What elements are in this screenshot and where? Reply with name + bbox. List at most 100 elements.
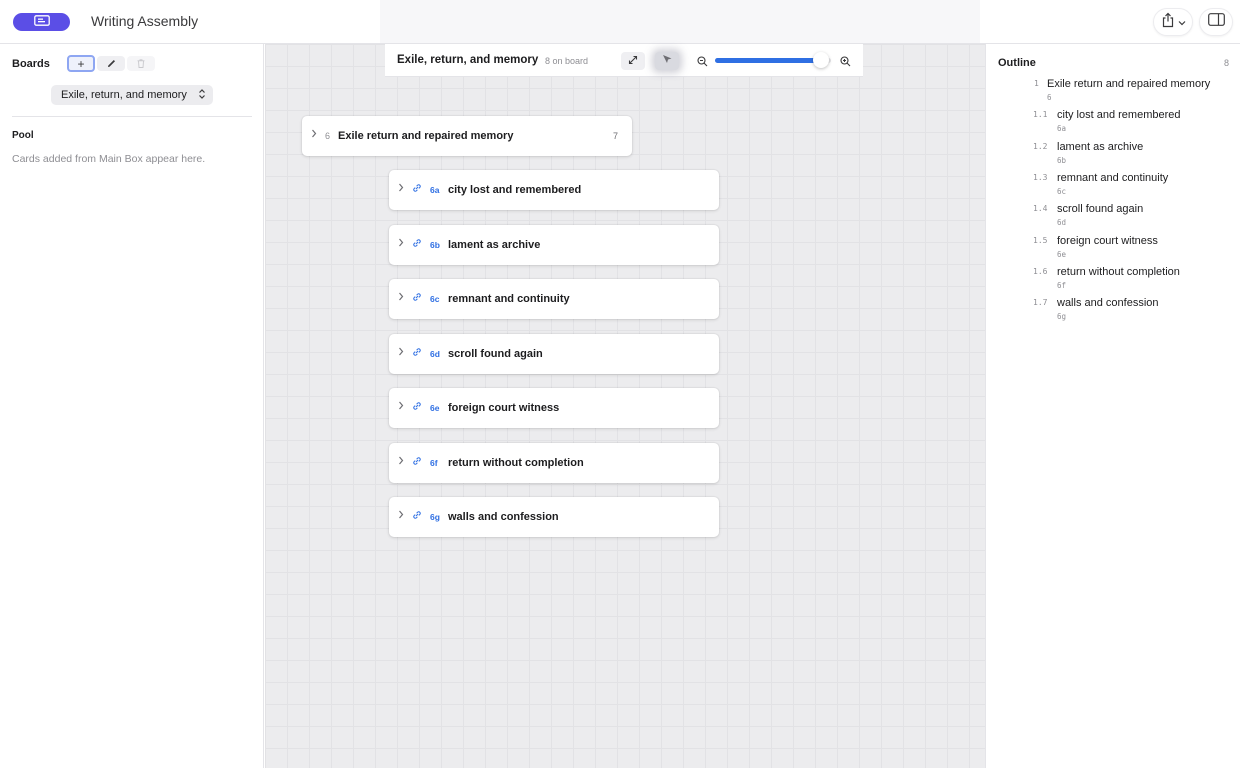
- outline-item[interactable]: 1.5 foreign court witness 6e: [986, 235, 1240, 265]
- card-title: scroll found again: [448, 347, 543, 360]
- outline-number: 1.1: [1033, 110, 1048, 120]
- trash-icon: [137, 58, 145, 70]
- edit-board-button[interactable]: [97, 56, 125, 71]
- outline-number: 1.4: [1033, 204, 1048, 214]
- outline-title: lament as archive: [1057, 140, 1144, 153]
- outline-code: 6f: [1057, 280, 1067, 290]
- chevron-right-icon[interactable]: [398, 292, 404, 304]
- canvas-toolbar: Exile, return, and memory 8 on board: [385, 44, 863, 77]
- child-card[interactable]: 6a city lost and remembered: [389, 170, 719, 210]
- card-title: city lost and remembered: [448, 184, 582, 196]
- sidebar-divider: [12, 116, 252, 117]
- outline-count: 8: [1223, 58, 1229, 68]
- child-card[interactable]: 6g walls and confession: [389, 497, 719, 537]
- share-icon: [1161, 12, 1175, 33]
- outline-number: 1.3: [1033, 172, 1048, 182]
- title-bar: Writing Assembly: [0, 0, 1240, 44]
- card-title: lament as archive: [448, 238, 541, 251]
- delete-board-button[interactable]: [127, 56, 155, 71]
- outline-item[interactable]: 1.7 walls and confession 6g: [986, 297, 1240, 327]
- outline-number: 1.6: [1033, 266, 1048, 276]
- select-tool-button[interactable]: [655, 52, 679, 70]
- outline-code: 6g: [1057, 312, 1067, 322]
- outline-title: return without completion: [1057, 265, 1180, 278]
- boards-heading: Boards: [12, 58, 50, 70]
- add-board-button[interactable]: +: [67, 55, 95, 72]
- child-card[interactable]: 6c remnant and continuity: [389, 279, 719, 319]
- link-icon: [412, 401, 422, 414]
- outline-code: 6c: [1057, 186, 1067, 196]
- chevron-right-icon[interactable]: [398, 401, 404, 413]
- link-icon: [412, 347, 422, 360]
- outline-number: 1.7: [1033, 298, 1048, 308]
- link-icon: [412, 183, 422, 196]
- share-button[interactable]: [1153, 8, 1193, 36]
- outline-panel: Outline 8 1 Exile return and repaired mem…: [985, 44, 1240, 768]
- card-code: 6b: [430, 239, 440, 250]
- outline-item[interactable]: 1.6 return without completion 6f: [986, 266, 1240, 296]
- zoom-slider[interactable]: [715, 52, 831, 68]
- outline-number: 1.5: [1033, 235, 1048, 245]
- link-icon: [412, 510, 422, 523]
- outline-item[interactable]: 1.3 remnant and continuity 6c: [986, 172, 1240, 202]
- board-icon: [33, 13, 50, 31]
- chevron-right-icon[interactable]: [398, 238, 404, 250]
- board-select-value: Exile, return, and memory: [61, 89, 187, 101]
- outline-heading: Outline: [998, 57, 1036, 69]
- board-select[interactable]: Exile, return, and memory: [51, 85, 213, 105]
- chevron-right-icon[interactable]: [398, 347, 404, 359]
- chevron-right-icon[interactable]: [311, 129, 317, 141]
- link-icon: [412, 292, 422, 305]
- plus-icon: +: [77, 56, 85, 71]
- outline-code: 6b: [1057, 155, 1067, 165]
- app-menu-button[interactable]: [13, 13, 70, 31]
- sidebar-toggle-button[interactable]: [1199, 8, 1233, 36]
- zoom-in-icon[interactable]: [840, 54, 851, 72]
- card-title: walls and confession: [448, 511, 559, 523]
- boards-sidebar: Boards + Exile, return, and memory Pool …: [0, 44, 264, 768]
- child-card[interactable]: 6b lament as archive: [389, 224, 719, 265]
- card-code: 6f: [430, 457, 438, 468]
- child-card[interactable]: 6f return without completion: [389, 442, 719, 483]
- link-icon: [412, 456, 422, 469]
- outline-title: city lost and remembered: [1057, 109, 1181, 122]
- card-code: 6e: [430, 403, 440, 413]
- outline-code: 6d: [1057, 218, 1067, 228]
- outline-title: scroll found again: [1057, 203, 1144, 216]
- outline-title: Exile return and repaired memory: [1047, 78, 1211, 90]
- pencil-icon: [107, 58, 116, 70]
- zoom-out-icon[interactable]: [697, 54, 708, 72]
- card-code: 6c: [430, 294, 440, 304]
- chevron-down-icon: [1178, 13, 1186, 31]
- child-count: 7: [612, 131, 618, 141]
- outline-item[interactable]: 1.2 lament as archive 6b: [986, 141, 1240, 171]
- pool-heading: Pool: [12, 130, 34, 141]
- link-icon: [412, 238, 422, 251]
- card-code: 6g: [430, 512, 440, 522]
- card-title: foreign court witness: [448, 402, 560, 414]
- zoom-slider-knob[interactable]: [813, 52, 830, 68]
- board-title: Exile, return, and memory: [397, 54, 539, 66]
- outline-number: 1: [1034, 79, 1039, 88]
- sidebar-toggle-icon: [1207, 13, 1225, 31]
- card-title: return without completion: [448, 456, 584, 469]
- card-code: 6d: [430, 348, 440, 359]
- outline-item[interactable]: 1 Exile return and repaired memory 6: [986, 78, 1240, 108]
- card-title: Exile return and repaired memory: [338, 130, 514, 142]
- pool-empty-message: Cards added from Main Box appear here.: [12, 153, 206, 165]
- title-bar-center: [380, 0, 980, 43]
- outline-code: 6: [1047, 93, 1052, 102]
- outline-item[interactable]: 1.1 city lost and remembered 6a: [986, 109, 1240, 139]
- chevron-right-icon[interactable]: [398, 510, 404, 522]
- outline-title: walls and confession: [1057, 297, 1159, 310]
- expand-icon: [628, 52, 638, 70]
- outline-title: foreign court witness: [1057, 234, 1158, 247]
- child-card[interactable]: 6e foreign court witness: [389, 388, 719, 428]
- parent-card[interactable]: 6 Exile return and repaired memory 7: [302, 116, 632, 156]
- chevron-updown-icon: [198, 88, 206, 103]
- outline-item[interactable]: 1.4 scroll found again 6d: [986, 203, 1240, 233]
- chevron-right-icon[interactable]: [398, 183, 404, 195]
- child-card[interactable]: 6d scroll found again: [389, 333, 719, 374]
- chevron-right-icon[interactable]: [398, 456, 404, 468]
- fit-to-screen-button[interactable]: [621, 52, 645, 70]
